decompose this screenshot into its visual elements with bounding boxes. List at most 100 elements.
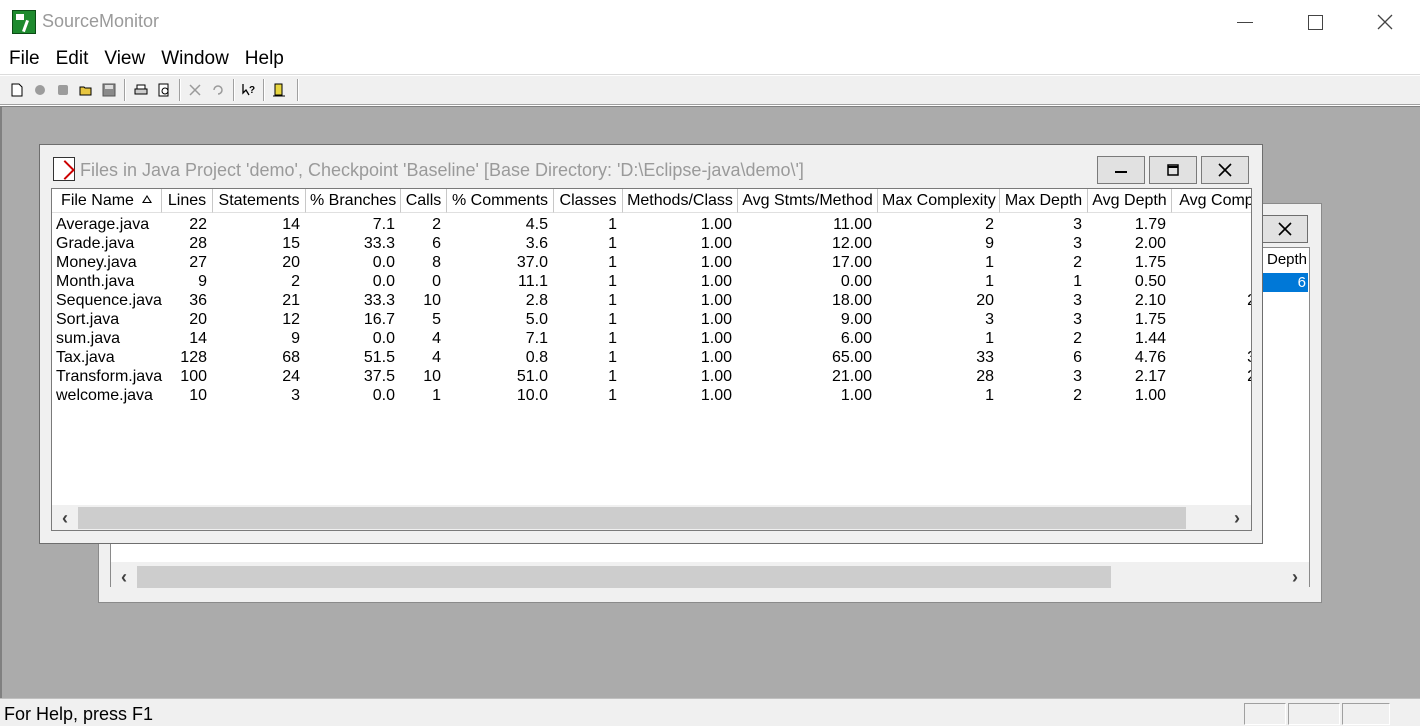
checkpoint-button[interactable] bbox=[52, 79, 74, 101]
menu-file[interactable]: File bbox=[8, 48, 41, 70]
toolbar: ? bbox=[0, 76, 1420, 105]
cell-statements: 15 bbox=[282, 235, 300, 252]
delete-icon bbox=[189, 84, 201, 96]
cell-avg-comp: 2 bbox=[1172, 291, 1251, 310]
menu-view[interactable]: View bbox=[103, 48, 146, 70]
cell-avg-depth: 0.50 bbox=[1134, 273, 1166, 290]
table-row[interactable]: Transform.java 100 24 37.5 10 51.0 1 1.00 21.00 2… bbox=[52, 367, 1251, 386]
back-window-close-button[interactable] bbox=[1262, 215, 1308, 243]
close-button[interactable] bbox=[1350, 0, 1420, 44]
app-icon[interactable] bbox=[12, 10, 36, 34]
cell-max-depth: 3 bbox=[1073, 292, 1082, 309]
column-header-file-name[interactable]: File Name bbox=[52, 189, 162, 213]
column-header-comments[interactable]: % Comments bbox=[447, 189, 554, 213]
column-header-avg-stmts-per-method[interactable]: Avg Stmts/Method bbox=[738, 189, 878, 213]
cell-calls: 8 bbox=[432, 254, 441, 271]
undo-button[interactable] bbox=[207, 79, 229, 101]
print-button[interactable] bbox=[130, 79, 152, 101]
cell-avg-comp bbox=[1172, 386, 1251, 405]
column-header-max-complexity[interactable]: Max Complexity bbox=[878, 189, 1000, 213]
cell-branches: 0.0 bbox=[372, 330, 395, 347]
status-bar: For Help, press F1 bbox=[0, 698, 1420, 726]
cell-methods-per-class: 1.00 bbox=[700, 235, 732, 252]
table-row[interactable]: Grade.java 28 15 33.3 6 3.6 1 1.00 12.00 9 3 2.00 bbox=[52, 234, 1251, 253]
column-header-label: File Name bbox=[61, 192, 134, 209]
cell-methods-per-class: 1.00 bbox=[700, 311, 732, 328]
column-header-max-depth[interactable]: Max Depth bbox=[1000, 189, 1088, 213]
back-scroll-right-icon[interactable]: › bbox=[1285, 566, 1305, 588]
cell-statements: 14 bbox=[282, 216, 300, 233]
minimize-button[interactable] bbox=[1210, 0, 1280, 44]
column-header-avg-depth[interactable]: Avg Depth bbox=[1088, 189, 1172, 213]
open-folder-icon bbox=[79, 86, 92, 96]
column-header-calls[interactable]: Calls bbox=[401, 189, 447, 213]
table-row[interactable]: Sequence.java 36 21 33.3 10 2.8 1 1.00 18.00 20 3 2… bbox=[52, 291, 1251, 310]
menu-window[interactable]: Window bbox=[160, 48, 230, 70]
files-window-restore-button[interactable] bbox=[1149, 156, 1197, 184]
cell-branches: 0.0 bbox=[372, 273, 395, 290]
column-header-classes[interactable]: Classes bbox=[554, 189, 623, 213]
restore-icon bbox=[1167, 164, 1179, 176]
files-window-minimize-button[interactable] bbox=[1097, 156, 1145, 184]
column-header-lines[interactable]: Lines bbox=[162, 189, 213, 213]
save-button[interactable] bbox=[98, 79, 120, 101]
files-scroll-right-icon[interactable]: › bbox=[1227, 507, 1247, 529]
cell-comments: 10.0 bbox=[516, 387, 548, 404]
cell-comments: 4.5 bbox=[525, 216, 548, 233]
cell-lines: 27 bbox=[189, 254, 207, 271]
cell-file-name: Transform.java bbox=[56, 368, 163, 385]
back-column-header-depth[interactable]: Depth bbox=[1262, 249, 1308, 271]
cell-file-name: Average.java bbox=[56, 216, 150, 233]
cell-statements: 21 bbox=[282, 292, 300, 309]
cell-comments: 51.0 bbox=[516, 368, 548, 385]
document-icon[interactable] bbox=[53, 157, 75, 181]
maximize-button[interactable] bbox=[1280, 0, 1350, 44]
files-window-close-button[interactable] bbox=[1201, 156, 1249, 184]
cell-classes: 1 bbox=[608, 273, 617, 290]
files-scroll-left-icon[interactable]: ‹ bbox=[55, 507, 75, 529]
column-header-avg-comp[interactable]: Avg Comp bbox=[1172, 189, 1251, 213]
table-row[interactable]: sum.java 14 9 0.0 4 7.1 1 1.00 6.00 1 2 1.44 bbox=[52, 329, 1251, 348]
files-list[interactable]: File Name Lines Statements % Branches Calls%… bbox=[51, 188, 1252, 531]
cell-max-complexity: 1 bbox=[985, 254, 994, 271]
open-folder-button[interactable] bbox=[75, 79, 97, 101]
table-row[interactable]: Sort.java 20 12 16.7 5 5.0 1 1.00 9.00 3 3 1.75 bbox=[52, 310, 1251, 329]
back-scroll-left-icon[interactable]: ‹ bbox=[114, 566, 134, 588]
context-help-button[interactable]: ? bbox=[238, 79, 260, 101]
column-header-branches[interactable]: % Branches bbox=[306, 189, 401, 213]
table-row[interactable]: Average.java 22 14 7.1 2 4.5 1 1.00 11.00 2 3 1.79 bbox=[52, 215, 1251, 234]
cell-comments: 0.8 bbox=[525, 349, 548, 366]
print-preview-button[interactable] bbox=[153, 79, 175, 101]
cell-lines: 20 bbox=[189, 311, 207, 328]
cell-max-complexity: 1 bbox=[985, 387, 994, 404]
exit-button[interactable] bbox=[268, 79, 290, 101]
cell-avg-depth: 1.00 bbox=[1134, 387, 1166, 404]
cell-file-name: welcome.java bbox=[56, 387, 153, 404]
cell-comments: 11.1 bbox=[518, 273, 548, 290]
cell-avg-comp bbox=[1172, 234, 1251, 253]
menu-edit[interactable]: Edit bbox=[55, 48, 90, 70]
cell-max-depth: 2 bbox=[1073, 254, 1082, 271]
cell-lines: 22 bbox=[189, 216, 207, 233]
new-button[interactable] bbox=[6, 79, 28, 101]
table-row[interactable]: welcome.java 10 3 0.0 1 10.0 1 1.00 1.00 1 2 1.00 bbox=[52, 386, 1251, 405]
menu-help[interactable]: Help bbox=[244, 48, 285, 70]
files-scroll-thumb[interactable] bbox=[78, 507, 1186, 529]
cell-comments: 37.0 bbox=[516, 254, 548, 271]
back-scroll-thumb[interactable] bbox=[137, 566, 1111, 588]
table-row[interactable]: Month.java 9 2 0.0 0 11.1 1 1.00 0.00 1 1 0.50 bbox=[52, 272, 1251, 291]
cell-avg-stmts-per-method: 11.00 bbox=[833, 216, 872, 233]
column-header-methods-per-class[interactable]: Methods/Class bbox=[623, 189, 738, 213]
column-header-statements[interactable]: Statements bbox=[213, 189, 306, 213]
open-project-button[interactable] bbox=[29, 79, 51, 101]
back-selected-cell[interactable]: 6 bbox=[1262, 273, 1308, 292]
table-row[interactable]: Tax.java 128 68 51.5 4 0.8 1 1.00 65.00 33 6 4.76 3 bbox=[52, 348, 1251, 367]
cell-comments: 7.1 bbox=[525, 330, 548, 347]
cell-avg-comp: 2 bbox=[1172, 367, 1251, 386]
cell-avg-stmts-per-method: 9.00 bbox=[840, 311, 872, 328]
delete-button[interactable] bbox=[184, 79, 206, 101]
cell-file-name: Tax.java bbox=[56, 349, 115, 366]
table-row[interactable]: Money.java 27 20 0.0 8 37.0 1 1.00 17.00 1 2 1.75 bbox=[52, 253, 1251, 272]
cell-avg-depth: 2.17 bbox=[1134, 368, 1166, 385]
cell-max-depth: 6 bbox=[1073, 349, 1082, 366]
